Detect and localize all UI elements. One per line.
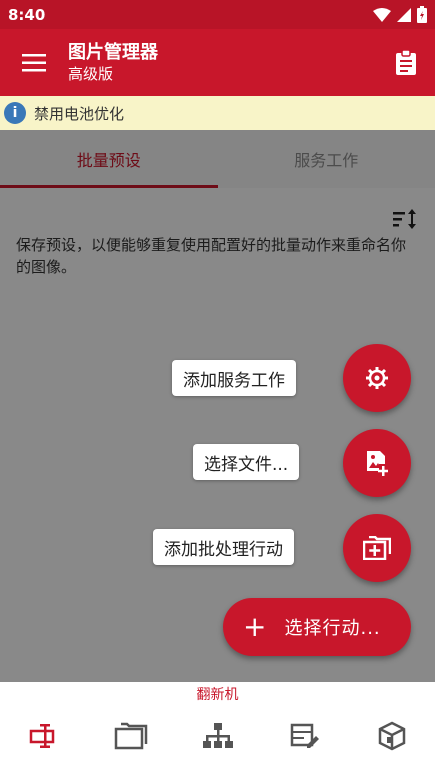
battery-optimization-banner[interactable]: i 禁用电池优化	[0, 96, 435, 130]
select-files-label[interactable]: 选择文件...	[193, 444, 300, 480]
info-icon: i	[4, 102, 26, 124]
plus-icon: +	[243, 610, 267, 643]
bottom-navigation: 翻新机	[0, 682, 435, 773]
signal-icon	[397, 7, 411, 22]
status-time: 8:40	[8, 5, 46, 24]
nav-item-renamer[interactable]	[0, 716, 87, 756]
gear-sparkle-icon	[366, 367, 388, 389]
add-image-icon	[367, 451, 388, 476]
status-bar: 8:40	[0, 0, 435, 29]
add-service-job-button[interactable]	[343, 344, 411, 412]
select-action-label: 选择行动...	[284, 618, 381, 639]
add-batch-action-button[interactable]	[343, 514, 411, 582]
wifi-icon	[373, 7, 391, 22]
hierarchy-icon	[202, 723, 233, 748]
app-bar: 图片管理器 高级版	[0, 29, 435, 96]
hamburger-icon	[22, 53, 46, 71]
banner-text: 禁用电池优化	[34, 104, 125, 123]
nav-item-package[interactable]	[348, 716, 435, 756]
active-nav-label: 翻新机	[196, 687, 239, 703]
menu-button[interactable]	[0, 29, 68, 96]
edit-list-icon	[290, 723, 319, 748]
app-bar-titles: 图片管理器 高级版	[68, 42, 158, 84]
add-batch-action-label[interactable]: 添加批处理行动	[153, 529, 294, 565]
clipboard-button[interactable]	[377, 29, 435, 96]
add-service-job-label[interactable]: 添加服务工作	[172, 360, 296, 396]
rename-icon	[29, 724, 54, 748]
select-action-fab[interactable]: + 选择行动...	[223, 598, 411, 656]
app-title: 图片管理器	[68, 41, 158, 63]
nav-item-edit-list[interactable]	[261, 716, 348, 756]
system-icons	[373, 6, 427, 23]
nav-item-hierarchy[interactable]	[174, 716, 261, 756]
add-folder-icon	[363, 536, 391, 560]
select-files-button[interactable]	[343, 429, 411, 497]
nav-item-folder[interactable]	[87, 716, 174, 756]
clipboard-icon	[396, 49, 416, 75]
app-subtitle: 高级版	[68, 64, 114, 83]
battery-icon	[417, 6, 427, 23]
folder-icon	[114, 722, 147, 750]
cube-icon	[378, 721, 405, 751]
